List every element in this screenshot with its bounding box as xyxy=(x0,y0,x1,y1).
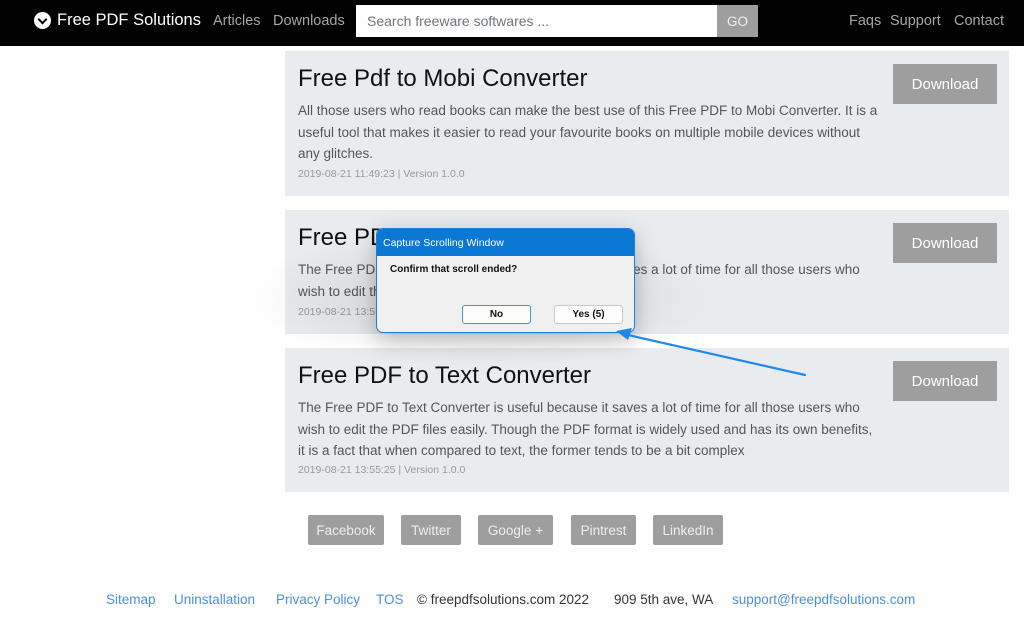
nav-faqs[interactable]: Faqs xyxy=(849,13,881,29)
chevron-circle-down-icon xyxy=(34,12,51,29)
share-pintrest-button[interactable]: Pintrest xyxy=(571,515,636,545)
dialog-no-button[interactable]: No xyxy=(462,305,531,324)
brand-logo-link[interactable]: Free PDF Solutions xyxy=(34,11,201,30)
share-twitter-button[interactable]: Twitter xyxy=(401,515,461,545)
download-button[interactable]: Download xyxy=(893,64,997,104)
card-meta: 2019-08-21 11:49:23 | Version 1.0.0 xyxy=(298,168,465,180)
software-card: Free PDF to Text Converter The Free PDF … xyxy=(285,348,1009,492)
footer-uninstallation-link[interactable]: Uninstallation xyxy=(174,592,255,607)
search-input[interactable] xyxy=(356,5,717,37)
download-button[interactable]: Download xyxy=(893,361,997,401)
capture-scrolling-dialog: Capture Scrolling Window Confirm that sc… xyxy=(376,228,635,333)
footer-sitemap-link[interactable]: Sitemap xyxy=(106,592,156,607)
dialog-title: Capture Scrolling Window xyxy=(377,229,634,256)
card-description: The Free PDF to Text Converter is useful… xyxy=(298,400,873,458)
footer-email-link[interactable]: support@freepdfsolutions.com xyxy=(732,592,915,607)
software-card: Free Pdf to Mobi Converter All those use… xyxy=(285,51,1009,196)
top-navbar: Free PDF Solutions Articles Downloads GO… xyxy=(0,0,1024,46)
footer-tos-link[interactable]: TOS xyxy=(376,592,404,607)
share-google-plus-button[interactable]: Google + xyxy=(478,515,553,545)
share-facebook-button[interactable]: Facebook xyxy=(308,515,384,545)
nav-articles[interactable]: Articles xyxy=(213,13,261,29)
card-title[interactable]: Free Pdf to Mobi Converter xyxy=(298,65,587,93)
card-description: All those users who read books can make … xyxy=(298,103,878,161)
search-go-button[interactable]: GO xyxy=(717,5,758,37)
nav-support[interactable]: Support xyxy=(890,13,941,29)
footer-copyright: © freepdfsolutions.com 2022 xyxy=(417,592,590,607)
dialog-yes-button[interactable]: Yes (5) xyxy=(554,305,623,324)
nav-downloads[interactable]: Downloads xyxy=(273,13,345,29)
card-title[interactable]: Free PDF to Text Converter xyxy=(298,362,591,390)
share-linkedin-button[interactable]: LinkedIn xyxy=(653,515,723,545)
nav-contact[interactable]: Contact xyxy=(954,13,1004,29)
brand-name: Free PDF Solutions xyxy=(57,11,201,29)
card-meta: 2019-08-21 13:55:25 | Version 1.0.0 xyxy=(298,464,466,476)
footer-address: 909 5th ave, WA xyxy=(614,592,714,607)
footer-privacy-link[interactable]: Privacy Policy xyxy=(276,592,360,607)
download-button[interactable]: Download xyxy=(893,223,997,263)
dialog-message: Confirm that scroll ended? xyxy=(390,264,518,275)
